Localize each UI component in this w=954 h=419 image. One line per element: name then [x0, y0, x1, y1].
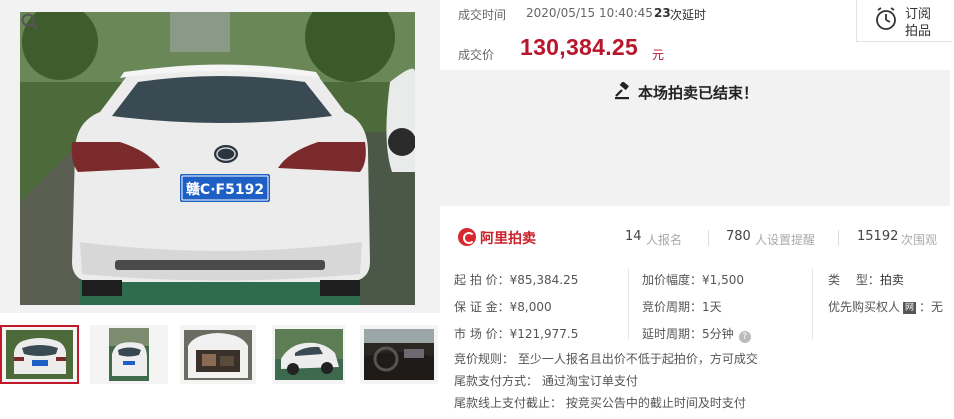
stats-bar: 阿里拍卖 14 人报名 780 人设置提醒 15192 次围观: [440, 218, 950, 258]
deal-price-unit: 元: [652, 48, 665, 62]
help-icon[interactable]: ?: [738, 331, 751, 343]
market-price: 市 场 价：¥121,977.5: [454, 327, 579, 341]
auction-ended-text: 本场拍卖已结束！: [638, 84, 759, 102]
type-value: 拍卖: [879, 273, 904, 287]
reminder-label: 人设置提醒: [755, 233, 816, 247]
view-label: 次围观: [901, 233, 938, 247]
reminder-count: 780: [726, 229, 751, 244]
thumbnail-rear[interactable]: [0, 325, 79, 384]
priority-value: ：无: [919, 300, 944, 314]
bidding-rule: 竞价规则： 至少一人报名且出价不低于起拍价，方可成交: [454, 352, 758, 366]
auction-details: 起 拍 价：¥85,384.25 保 证 金：¥8,000 市 场 价：¥121…: [440, 262, 954, 343]
license-plate: 赣C·F5192: [186, 181, 264, 198]
deal-time-label: 成交时间: [458, 8, 507, 22]
signup-label: 人报名: [646, 233, 683, 247]
alarm-clock-icon: [876, 7, 896, 30]
thumbnail-strip: [0, 325, 440, 387]
bid-increment: 加价幅度：¥1,500: [642, 273, 744, 287]
priority-label: 优先购买权人: [828, 300, 901, 314]
thumbnail-interior[interactable]: [360, 325, 438, 384]
final-payment-method: 尾款支付方式： 通过淘宝订单支付: [454, 374, 638, 388]
gavel-icon: [615, 82, 629, 100]
magnifier-icon[interactable]: [20, 12, 40, 32]
delay-cycle: 延时周期：5分钟: [642, 327, 734, 341]
stats-divider: [838, 230, 839, 246]
deal-price-label: 成交价: [458, 48, 495, 62]
type-row: 类 型：拍卖: [828, 271, 904, 288]
subscribe-label-line2: 拍品: [905, 24, 932, 39]
ali-auction-brand: 阿里拍卖: [480, 231, 536, 247]
stats-divider: [708, 230, 709, 246]
bid-cycle: 竞价周期：1天: [642, 300, 722, 314]
final-payment-deadline: 尾款线上支付截止： 按竞买公告中的截止时间及时支付: [454, 396, 746, 410]
auction-status-panel: 本场拍卖已结束！: [440, 70, 950, 206]
ali-auction-logo-icon: [458, 228, 476, 246]
signup-count: 14: [625, 229, 642, 244]
main-photo[interactable]: 赣C·F5192: [0, 0, 440, 313]
deal-price-value: 130,384.25: [520, 34, 639, 60]
thumbnail-trunk[interactable]: [180, 325, 256, 384]
subscribe-button[interactable]: 订阅 拍品: [856, 0, 952, 42]
car-photo: 赣C·F5192: [20, 12, 415, 305]
view-count: 15192: [857, 229, 899, 244]
details-divider: [628, 268, 629, 340]
priority-row: 优先购买权人网：无: [828, 298, 943, 315]
priority-badge: 网: [903, 302, 917, 314]
delay-count: 23: [654, 6, 671, 20]
delay-cycle-row: 延时周期：5分钟?: [642, 325, 751, 343]
start-price: 起 拍 价：¥85,384.25: [454, 273, 579, 287]
thumbnail-side[interactable]: [272, 325, 345, 384]
deal-time-value: 2020/05/15 10:40:45: [526, 6, 653, 20]
type-label: 类 型：: [828, 273, 880, 287]
delay-label: 次延时: [670, 8, 707, 22]
thumbnail-rear-side[interactable]: [90, 325, 168, 384]
details-divider: [812, 268, 813, 340]
deposit: 保 证 金：¥8,000: [454, 300, 552, 314]
